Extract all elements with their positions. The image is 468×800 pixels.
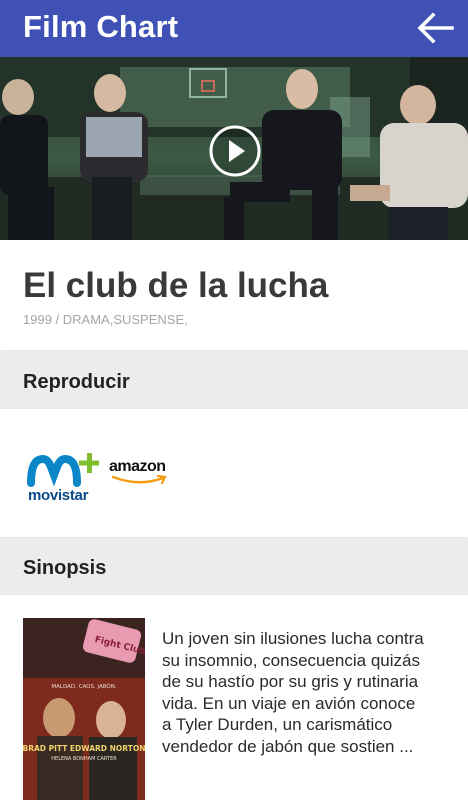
movie-title: El club de la lucha — [23, 266, 329, 305]
amazon-smile-icon — [111, 475, 167, 485]
poster-actors: BRAD PITT EDWARD NORTON — [23, 744, 145, 753]
movistar-logo-icon — [27, 453, 100, 487]
poster-tagline: MALDAD. CAOS. JABÓN. — [51, 683, 116, 690]
poster-costar: HELENA BONHAM CARTER — [51, 756, 117, 762]
section-title-synopsis: Sinopsis — [23, 557, 107, 579]
play-circle-icon[interactable] — [208, 124, 262, 178]
arrow-left-icon[interactable] — [416, 10, 454, 46]
movie-poster[interactable]: Fight Club MALDAD. CAOS. JABÓN. BRAD PIT… — [23, 618, 145, 800]
trailer-thumbnail[interactable] — [0, 57, 468, 240]
section-header-synopsis: Sinopsis — [0, 538, 468, 595]
section-title-play: Reproducir — [23, 371, 130, 393]
provider-movistar[interactable]: movistar — [27, 453, 100, 507]
amazon-logo-text: amazon — [109, 458, 166, 475]
app-title: Film Chart — [23, 9, 179, 44]
movie-header: El club de la lucha 1999 / DRAMA,SUSPENS… — [0, 240, 468, 350]
poster-image: Fight Club MALDAD. CAOS. JABÓN. BRAD PIT… — [23, 618, 145, 800]
synopsis-text: Un joven sin ilusiones lucha contra su i… — [162, 629, 424, 756]
providers-list: movistar amazon — [0, 409, 468, 537]
section-header-play: Reproducir — [0, 352, 468, 409]
synopsis-block: Fight Club MALDAD. CAOS. JABÓN. BRAD PIT… — [0, 595, 468, 800]
app-bar: Film Chart — [0, 0, 468, 57]
movistar-logo-text: movistar — [28, 487, 89, 504]
provider-amazon[interactable]: amazon — [109, 458, 179, 488]
movie-meta: 1999 / DRAMA,SUSPENSE, — [23, 312, 188, 327]
